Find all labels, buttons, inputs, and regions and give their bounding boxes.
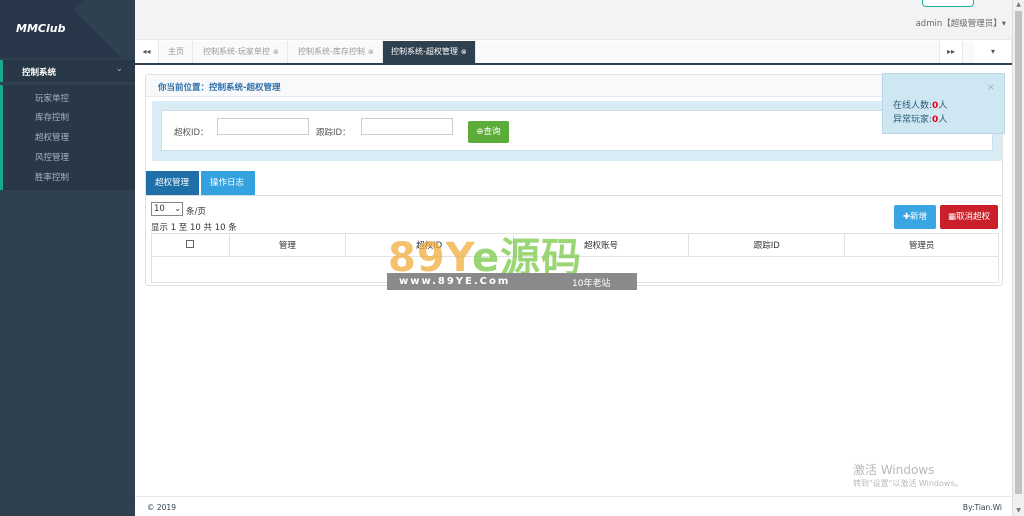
abnormal-unit: 人: [938, 115, 948, 125]
scrollbar[interactable]: ▲ ▼: [1012, 0, 1024, 516]
windows-activation-title: 激活 Windows: [853, 463, 935, 477]
user-menu[interactable]: admin【超级管理员】▾: [916, 17, 1006, 29]
close-icon[interactable]: ⊗: [461, 48, 467, 56]
trackid-input[interactable]: [361, 118, 453, 135]
select-all-header: [151, 233, 230, 257]
search-form: 超权ID： 跟踪ID： ⊕查询: [161, 110, 993, 151]
tab-bar: ◂◂ 主页 控制系统-玩家单控 ⊗ 控制系统-库存控制 ⊗ 控制系统-超权管理 ⊗ ▸…: [135, 41, 1012, 65]
page-size-value: 10: [154, 204, 165, 214]
tab-menu-button[interactable]: ▾: [975, 41, 1012, 63]
column-header: 管理: [228, 233, 346, 257]
top-toggle-button[interactable]: [922, 0, 974, 7]
online-count: 在线人数:0人: [893, 98, 947, 111]
tab-next-button[interactable]: ▸▸: [939, 41, 963, 63]
tab-label: 主页: [168, 47, 184, 56]
trackid-label: 跟踪ID：: [316, 128, 351, 138]
app: MMClub 控制系统 ⌄ 玩家单控 库存控制 超权管理 风控管理 胜率控制 a…: [0, 0, 1024, 516]
close-icon[interactable]: ×: [987, 82, 995, 93]
online-notice: × 在线人数:0人 异常玩家:0人: [882, 73, 1005, 134]
topbar: admin【超级管理员】▾: [135, 0, 1012, 40]
close-icon[interactable]: ⊗: [273, 48, 279, 56]
abnormal-label: 异常玩家:: [893, 115, 933, 125]
tab-stock-control[interactable]: 控制系统-库存控制 ⊗: [290, 41, 383, 63]
column-header: 跟踪ID: [688, 233, 846, 257]
windows-activation-subtitle: 转到"设置"以激活 Windows。: [853, 479, 963, 488]
online-label: 在线人数:: [893, 101, 933, 111]
sidebar-item-winrate-control[interactable]: 胜率控制: [35, 171, 69, 183]
tab-label: 控制系统-库存控制: [298, 47, 365, 56]
tab-player-control[interactable]: 控制系统-玩家单控 ⊗: [195, 41, 288, 63]
cancel-super-button[interactable]: ▦取消超权: [940, 205, 998, 229]
tab-super-admin[interactable]: 控制系统-超权管理 ⊗: [383, 41, 476, 63]
watermark-url: www.89YE.Com: [399, 276, 511, 287]
author: By:Tian.Wi: [962, 503, 1002, 512]
watermark-years: 10年老站: [572, 279, 611, 289]
query-button[interactable]: ⊕查询: [468, 121, 509, 143]
scroll-up-icon[interactable]: ▲: [1013, 0, 1024, 10]
close-icon[interactable]: ⊗: [368, 48, 374, 56]
superid-label: 超权ID：: [174, 128, 209, 138]
sidebar-submenu: 玩家单控 库存控制 超权管理 风控管理 胜率控制: [0, 85, 135, 190]
page-size-select[interactable]: 10 ⌄: [151, 202, 183, 216]
select-all-checkbox[interactable]: [186, 239, 195, 248]
tab-label: 控制系统-玩家单控: [203, 47, 270, 56]
brand-name: MMClub: [16, 22, 66, 35]
footer: © 2019 By:Tian.Wi: [135, 496, 1012, 516]
breadcrumb: 你当前位置：控制系统-超权管理: [146, 75, 1002, 97]
breadcrumb-text: 你当前位置：控制系统-超权管理: [158, 83, 281, 93]
sidebar-item-player-control[interactable]: 玩家单控: [35, 92, 69, 104]
logo: MMClub: [0, 0, 135, 58]
tab-divider: [146, 195, 1002, 196]
query-label: 查询: [483, 127, 501, 137]
logo-decoration: [73, 0, 135, 58]
per-page-label: 条/页: [186, 207, 206, 217]
sidebar-section-label: 控制系统: [22, 68, 57, 78]
tab-operation-log[interactable]: 操作日志: [201, 171, 255, 195]
chevron-down-icon: ⌄: [174, 204, 181, 213]
tab-label: 控制系统-超权管理: [391, 47, 458, 56]
scroll-down-icon[interactable]: ▼: [1013, 506, 1024, 516]
search-icon: ⊕: [476, 127, 484, 137]
superid-input[interactable]: [217, 118, 309, 135]
sidebar-section-control[interactable]: 控制系统 ⌄: [0, 60, 135, 82]
tab-prev-button[interactable]: ◂◂: [135, 41, 159, 63]
chevron-down-icon: ⌄: [115, 64, 123, 74]
online-unit: 人: [938, 101, 948, 111]
tab-home[interactable]: 主页: [160, 41, 193, 63]
sidebar: MMClub 控制系统 ⌄ 玩家单控 库存控制 超权管理 风控管理 胜率控制: [0, 0, 135, 516]
sidebar-item-super-admin[interactable]: 超权管理: [35, 131, 69, 143]
sidebar-item-risk-control[interactable]: 风控管理: [35, 151, 69, 163]
scrollbar-thumb[interactable]: [1015, 11, 1022, 494]
copyright: © 2019: [147, 503, 176, 512]
sidebar-item-stock-control[interactable]: 库存控制: [35, 111, 69, 123]
search-area: 超权ID： 跟踪ID： ⊕查询: [152, 101, 1002, 161]
pagination-info: 显示 1 至 10 共 10 条: [151, 223, 237, 233]
add-button[interactable]: ✚新增: [894, 205, 936, 229]
abnormal-count: 异常玩家:0人: [893, 112, 947, 125]
tab-super-admin-panel[interactable]: 超权管理: [146, 171, 199, 195]
column-header: 管理员: [844, 233, 999, 257]
watermark-bar: www.89YE.Com 10年老站: [387, 273, 637, 290]
